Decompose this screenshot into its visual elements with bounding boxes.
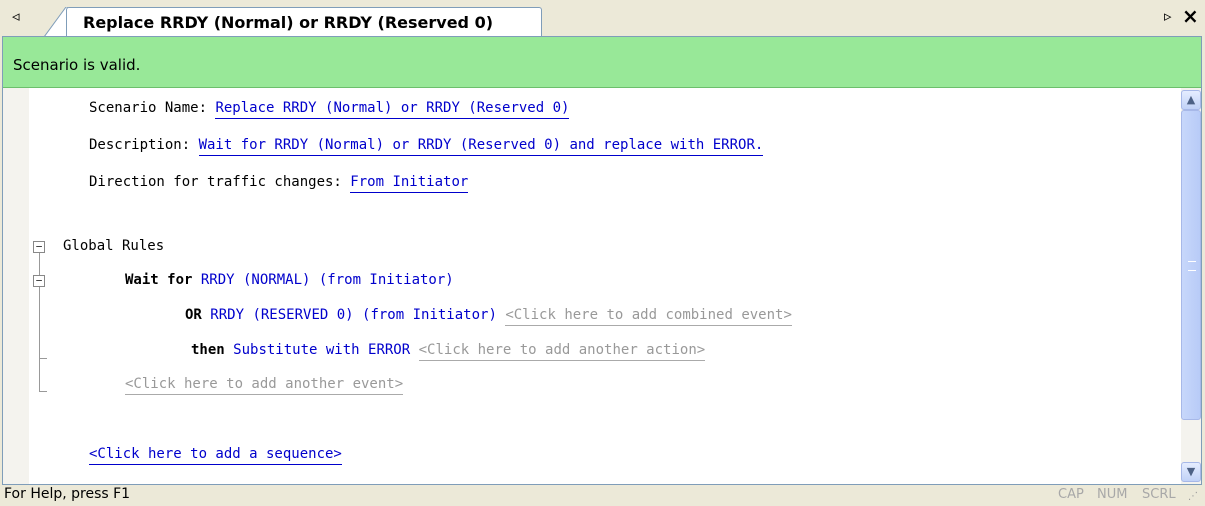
scroll-thumb[interactable]	[1181, 110, 1201, 420]
event-rrdy-normal[interactable]: RRDY (NORMAL) (from Initiator)	[201, 272, 454, 288]
num-indicator: NUM	[1097, 487, 1128, 502]
add-event-link[interactable]: <Click here to add another event>	[125, 376, 404, 395]
action-substitute-error[interactable]: Substitute with ERROR	[233, 342, 410, 358]
wait-for-keyword: Wait for	[125, 272, 201, 288]
status-bar: For Help, press F1 CAP NUM SCRL ⋰	[0, 485, 1205, 504]
direction-label: Direction for traffic changes:	[89, 174, 351, 190]
direction-value[interactable]: From Initiator	[350, 174, 469, 193]
add-sequence-row: <Click here to add a sequence>	[89, 446, 342, 465]
tab-scenario[interactable]: Replace RRDY (Normal) or RRDY (Reserved …	[66, 7, 542, 37]
direction-row: Direction for traffic changes: From Init…	[89, 174, 469, 193]
then-action-row: then Substitute with ERROR <Click here t…	[191, 342, 706, 361]
grip-icon	[1188, 261, 1196, 271]
description-label: Description:	[89, 137, 199, 153]
resize-grip-icon[interactable]: ⋰	[1188, 487, 1198, 506]
collapse-global-rules-icon[interactable]: −	[33, 241, 45, 253]
or-event-row: OR RRDY (RESERVED 0) (from Initiator) <C…	[185, 307, 792, 326]
global-rules-row: Global Rules	[63, 238, 164, 254]
close-tab-icon[interactable]: ×	[1182, 4, 1199, 28]
editor-gutter	[3, 88, 30, 484]
add-sequence-link[interactable]: <Click here to add a sequence>	[89, 446, 342, 465]
help-text: For Help, press F1	[4, 486, 131, 502]
scroll-tabs-left-icon[interactable]: ◃	[12, 7, 20, 25]
scroll-tabs-right-icon[interactable]: ▹	[1164, 7, 1172, 25]
description-row: Description: Wait for RRDY (Normal) or R…	[89, 137, 764, 156]
cap-indicator: CAP	[1058, 487, 1084, 502]
event-rrdy-reserved[interactable]: RRDY (RESERVED 0) (from Initiator)	[210, 307, 497, 323]
tree-line	[39, 358, 47, 359]
scroll-up-icon[interactable]: ▲	[1181, 90, 1201, 110]
add-combined-event-link[interactable]: <Click here to add combined event>	[505, 307, 792, 326]
validation-status: Scenario is valid.	[3, 37, 1201, 88]
scroll-down-icon[interactable]: ▼	[1181, 462, 1201, 482]
tree-line	[39, 391, 47, 392]
scenario-name-label: Scenario Name:	[89, 100, 216, 116]
add-event-row: <Click here to add another event>	[125, 376, 404, 395]
then-keyword: then	[191, 342, 234, 358]
or-keyword: OR	[185, 307, 211, 323]
collapse-event-icon[interactable]: −	[33, 275, 45, 287]
description-value[interactable]: Wait for RRDY (Normal) or RRDY (Reserved…	[198, 137, 764, 156]
wait-for-row: Wait for RRDY (NORMAL) (from Initiator)	[125, 272, 454, 288]
scenario-name-row: Scenario Name: Replace RRDY (Normal) or …	[89, 100, 570, 119]
global-rules-label: Global Rules	[63, 238, 165, 254]
tab-edge	[44, 7, 68, 37]
scenario-editor: Scenario Name: Replace RRDY (Normal) or …	[29, 88, 1179, 484]
vertical-scrollbar[interactable]: ▲ ▼	[1181, 88, 1201, 484]
scrl-indicator: SCRL	[1142, 487, 1176, 502]
scenario-name-value[interactable]: Replace RRDY (Normal) or RRDY (Reserved …	[215, 100, 570, 119]
add-action-link[interactable]: <Click here to add another action>	[418, 342, 706, 361]
scenario-editor-frame: Scenario is valid. Scenario Name: Replac…	[2, 36, 1202, 485]
tab-bar: ◃ Replace RRDY (Normal) or RRDY (Reserve…	[0, 0, 1205, 37]
